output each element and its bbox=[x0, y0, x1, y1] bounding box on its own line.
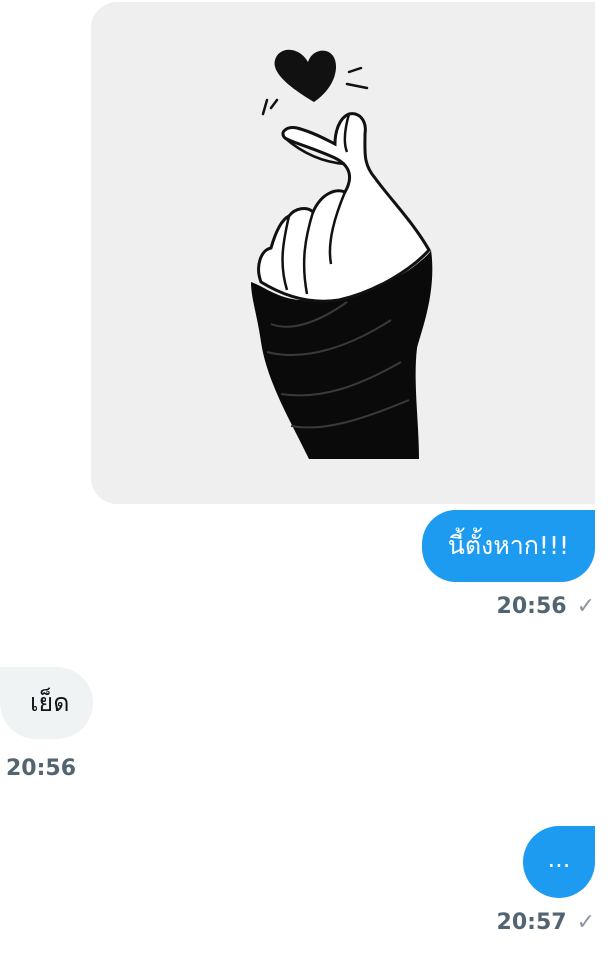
message-timestamp: 20:57 bbox=[496, 910, 567, 935]
chat-thread: นี้ตั้งหาก!!! 20:56 ✓ เย็ด 20:56 ... 20:… bbox=[0, 0, 609, 968]
message-timestamp: 20:56 bbox=[6, 756, 77, 781]
outgoing-message-bubble[interactable]: ... bbox=[523, 826, 595, 898]
message-meta: 20:56 bbox=[6, 756, 76, 781]
message-meta: 20:56 ✓ bbox=[497, 594, 595, 619]
message-meta: 20:57 ✓ bbox=[497, 910, 595, 935]
heart-shape bbox=[274, 49, 337, 102]
message-text: เย็ด bbox=[30, 688, 70, 717]
message-text: นี้ตั้งหาก!!! bbox=[447, 531, 569, 560]
incoming-message-bubble[interactable]: เย็ด bbox=[0, 667, 94, 739]
finger-heart-image bbox=[251, 49, 433, 459]
check-icon: ✓ bbox=[576, 910, 595, 935]
outgoing-message-bubble[interactable]: นี้ตั้งหาก!!! bbox=[421, 510, 595, 582]
message-timestamp: 20:56 bbox=[496, 594, 567, 619]
image-message[interactable] bbox=[91, 2, 595, 504]
check-icon: ✓ bbox=[576, 594, 595, 619]
message-text: ... bbox=[547, 845, 571, 873]
